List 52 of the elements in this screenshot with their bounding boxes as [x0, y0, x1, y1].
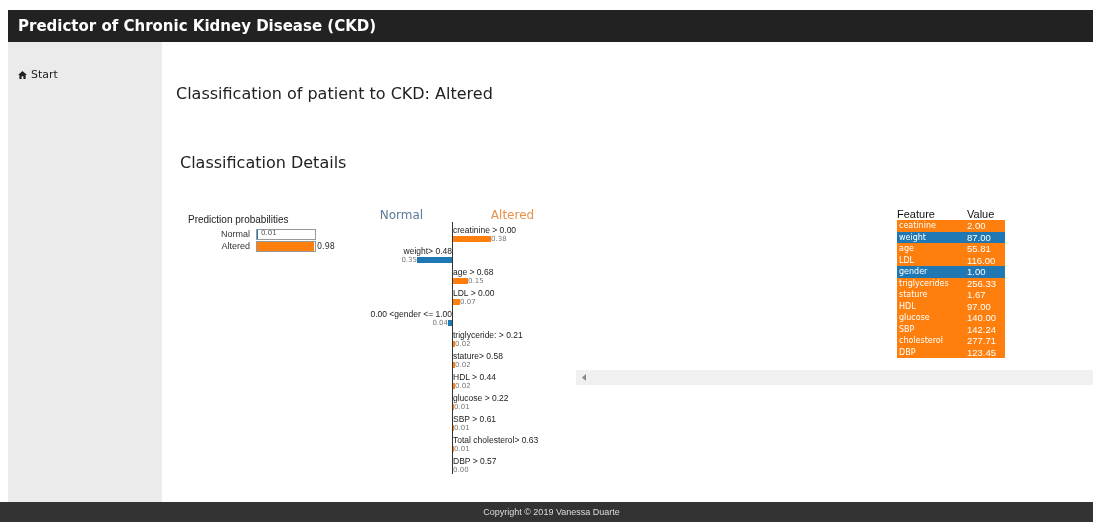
feature-name: gender: [898, 267, 929, 277]
feature-name: LDL: [898, 255, 916, 265]
chart-title: Prediction probabilities: [188, 214, 290, 225]
class-header: Altered: [489, 208, 536, 222]
classification-result: Classification of patient to CKD: Altered: [176, 84, 494, 103]
feature-name: age: [898, 244, 915, 254]
feature-condition: HDL > 0.44: [453, 372, 496, 382]
feature-condition: LDL > 0.00: [453, 288, 495, 298]
feature-name: HDL: [898, 301, 917, 311]
feature-condition: weight> 0.48: [403, 246, 452, 256]
feature-value: 1.67: [967, 289, 987, 301]
feature-name: weight: [898, 232, 927, 242]
feature-name: stature: [898, 290, 929, 300]
feature-condition: Total cholesterol> 0.63: [453, 435, 539, 445]
section-title: Classification Details: [180, 153, 348, 172]
feature-condition: 0.00 <gender <= 1.00: [370, 309, 452, 319]
feature-value: 140.00: [967, 312, 998, 324]
feature-value: 123.45: [967, 346, 998, 358]
app-title: Predictor of Chronic Kidney Disease (CKD): [8, 10, 1093, 42]
column-header: Value: [967, 208, 996, 220]
feature-value: 277.71: [967, 335, 998, 347]
feature-name: SBP: [898, 324, 916, 334]
feature-name: ceatinine: [898, 221, 937, 231]
feature-name: glucose: [898, 313, 931, 323]
feature-condition: stature> 0.58: [453, 351, 503, 361]
home-icon: [18, 70, 27, 79]
feature-condition: DBP > 0.57: [453, 456, 497, 466]
scroll-left-icon[interactable]: [582, 374, 586, 381]
feature-condition: age > 0.68: [453, 267, 494, 277]
copyright-text: Copyright © 2019 Vanessa Duarte: [0, 502, 1093, 522]
column-header: Feature: [897, 208, 936, 220]
feature-value: 116.00: [967, 254, 997, 266]
feature-value: 55.81: [967, 243, 992, 255]
horizontal-scrollbar[interactable]: [576, 370, 1093, 385]
feature-condition: glucose > 0.22: [453, 393, 509, 403]
class-label: Normal: [220, 229, 251, 239]
feature-name: cholesterol: [898, 336, 944, 346]
feature-condition: creatinine > 0.00: [453, 225, 517, 235]
feature-condition: SBP > 0.61: [453, 414, 497, 424]
feature-value: 1.00: [967, 266, 987, 278]
feature-value: 256.33: [967, 277, 998, 289]
class-header: Normal: [378, 208, 425, 222]
feature-value: 142.24: [967, 323, 998, 335]
probability-value: 0.98: [317, 241, 335, 251]
feature-name: DBP: [898, 347, 917, 357]
feature-condition: triglyceride: > 0.21: [453, 330, 523, 340]
feature-name: triglycerides: [898, 278, 950, 288]
class-label: Altered: [220, 241, 251, 251]
feature-value: 2.00: [967, 220, 987, 232]
feature-value: 97.00: [967, 300, 992, 312]
feature-value: 87.00: [967, 231, 992, 243]
sidebar-item[interactable]: Start: [18, 68, 162, 81]
